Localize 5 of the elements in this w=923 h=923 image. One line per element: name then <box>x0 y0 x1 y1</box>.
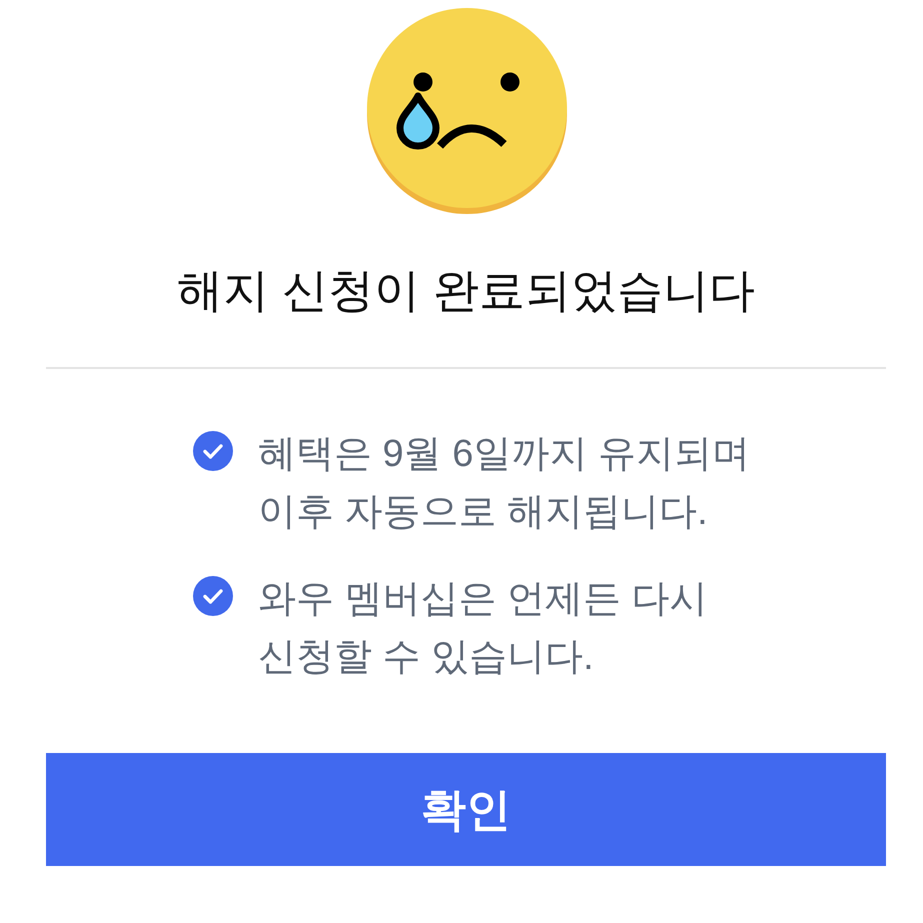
completion-title: 해지 신청이 완료되었습니다 <box>176 263 756 317</box>
notice-text: 와우 멤버십은 언제든 다시 신청할 수 있습니다. <box>258 577 708 680</box>
crying-face-icon <box>364 8 570 214</box>
notice-text: 혜택은 9월 6일까지 유지되며 이후 자동으로 해지됩니다. <box>258 432 750 535</box>
confirm-button[interactable]: 확인 <box>46 753 886 866</box>
